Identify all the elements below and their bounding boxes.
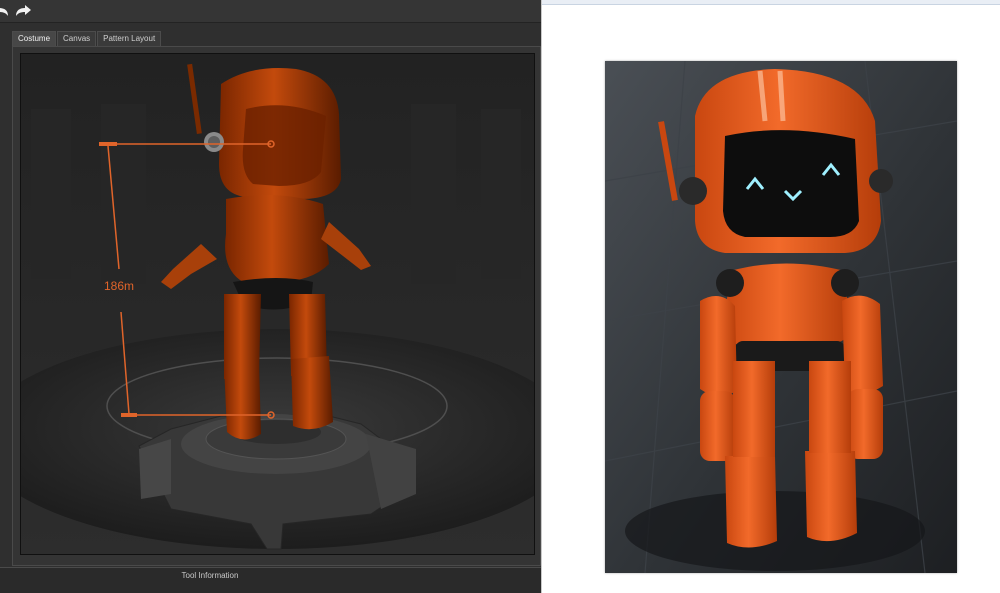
redo-arrow-icon	[16, 5, 31, 16]
tab-pattern-layout[interactable]: Pattern Layout	[97, 31, 162, 46]
reference-robot-image	[604, 60, 958, 574]
document-top-border	[542, 0, 1000, 5]
scene-render	[21, 54, 534, 554]
redo-button[interactable]	[13, 2, 33, 20]
tool-information-label: Tool Information	[181, 571, 239, 580]
character-editor-window: Costume Canvas Pattern Layout 186m Tool …	[0, 0, 541, 593]
undo-arrow-icon	[0, 8, 8, 16]
tab-costume[interactable]: Costume	[12, 31, 57, 46]
tool-information-bar: Tool Information	[0, 567, 541, 593]
tab-bar: Costume Canvas Pattern Layout	[12, 31, 162, 46]
orange-robot-photo	[604, 60, 958, 574]
tab-canvas[interactable]: Canvas	[57, 31, 97, 46]
3d-viewport[interactable]: 186m	[20, 53, 535, 555]
reference-document	[541, 0, 1000, 593]
toolbar	[0, 0, 541, 23]
undo-button[interactable]	[0, 2, 14, 20]
height-measure-label: 186m	[104, 279, 135, 293]
